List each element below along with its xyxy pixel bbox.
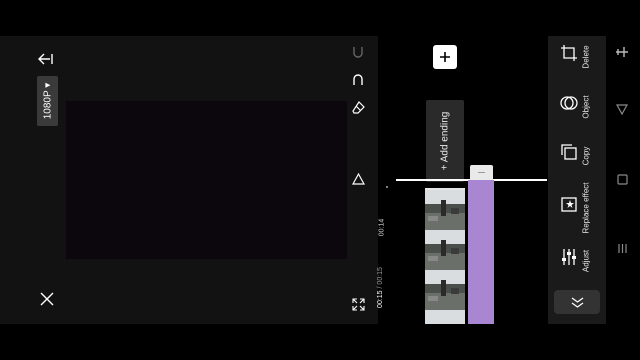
copy-label: Copy bbox=[581, 146, 591, 166]
timeline-dot bbox=[386, 186, 388, 188]
status-bar-area bbox=[0, 0, 640, 36]
replace-effect-label: Replace effect bbox=[581, 182, 591, 234]
add-clip-button[interactable] bbox=[433, 45, 457, 69]
adjust-button[interactable]: Adjust bbox=[548, 236, 606, 286]
replace-effect-icon bbox=[561, 197, 577, 212]
delete-button[interactable]: Delete bbox=[548, 32, 606, 82]
triangle-icon[interactable] bbox=[350, 171, 366, 187]
resolution-label: 1080P ▾ bbox=[42, 82, 53, 120]
airplane-icon bbox=[614, 44, 630, 60]
close-icon[interactable] bbox=[38, 290, 55, 307]
clip-thumbnail bbox=[425, 190, 465, 230]
add-ending-label: + Add ending bbox=[439, 111, 451, 171]
collapse-panel-button[interactable] bbox=[554, 290, 600, 314]
nav-back-icon[interactable] bbox=[614, 101, 630, 117]
resolution-selector[interactable]: 1080P ▾ bbox=[37, 76, 58, 126]
plus-icon bbox=[440, 52, 450, 62]
effect-clip-handle[interactable] bbox=[470, 165, 493, 180]
replace-effect-button[interactable]: Replace effect bbox=[548, 182, 606, 234]
eraser-icon[interactable] bbox=[350, 99, 366, 115]
copy-button[interactable]: Copy bbox=[548, 131, 606, 181]
effect-clip[interactable] bbox=[468, 180, 494, 324]
delete-label: Delete bbox=[581, 45, 591, 69]
back-icon[interactable] bbox=[37, 50, 55, 68]
fullscreen-icon[interactable] bbox=[350, 296, 366, 312]
time-readout: 00:15 / 00:15 bbox=[358, 267, 414, 308]
clip-thumbnail bbox=[425, 310, 465, 324]
magnet-icon[interactable] bbox=[350, 44, 366, 60]
sliders-icon bbox=[562, 249, 576, 265]
adjust-label: Adjust bbox=[581, 249, 591, 273]
nav-recents-icon[interactable] bbox=[614, 240, 630, 256]
video-preview[interactable] bbox=[66, 101, 347, 259]
object-button[interactable]: Object bbox=[548, 82, 606, 132]
crop-icon bbox=[561, 45, 577, 61]
copy-icon bbox=[561, 144, 577, 160]
bottom-bar-area bbox=[0, 324, 640, 360]
time-marker: 00:14 bbox=[371, 218, 401, 237]
arch-icon[interactable] bbox=[350, 71, 366, 87]
double-chevron-down-icon bbox=[571, 296, 583, 308]
time-readout-label: 00:15 / 00:15 bbox=[376, 267, 384, 308]
clip-thumbnail bbox=[425, 270, 465, 310]
time-marker-label: 00:14 bbox=[378, 218, 386, 237]
overlap-circles-icon bbox=[560, 96, 578, 110]
clip-thumbnail bbox=[425, 230, 465, 270]
video-clip[interactable] bbox=[425, 188, 465, 324]
add-ending-button[interactable]: + Add ending bbox=[426, 100, 464, 182]
nav-home-icon[interactable] bbox=[614, 171, 630, 187]
object-label: Object bbox=[581, 95, 591, 119]
